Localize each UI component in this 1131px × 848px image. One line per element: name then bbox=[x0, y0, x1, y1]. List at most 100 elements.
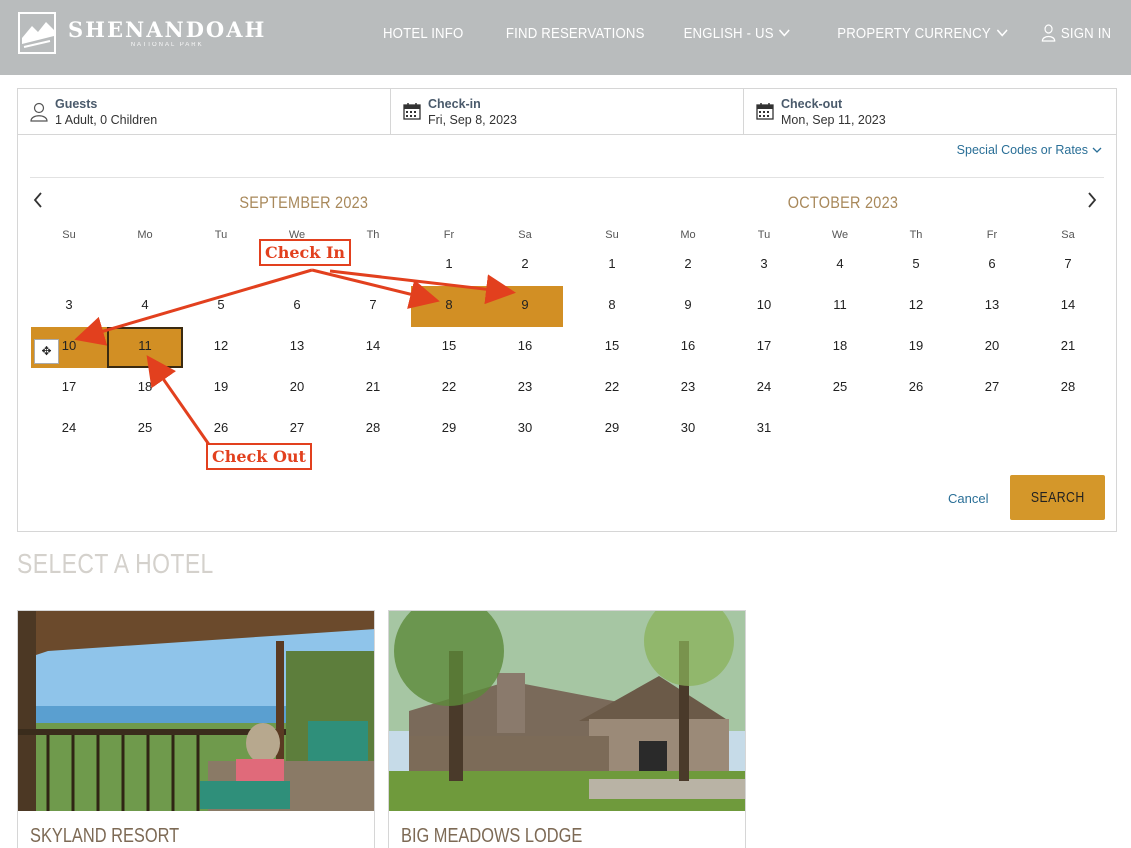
next-month-button[interactable] bbox=[1086, 189, 1098, 215]
user-icon bbox=[1041, 24, 1056, 42]
calendar-day[interactable]: 14 bbox=[335, 327, 411, 368]
search-button[interactable]: SEARCH bbox=[1010, 475, 1105, 520]
calendar-day-number: 18 bbox=[137, 379, 153, 394]
calendar-day[interactable]: 25 bbox=[107, 409, 183, 450]
calendar-day[interactable]: 12 bbox=[878, 286, 954, 327]
calendar-day[interactable]: 1 bbox=[574, 245, 650, 286]
mountain-logo-icon bbox=[18, 12, 56, 54]
calendar-day[interactable]: 22 bbox=[411, 368, 487, 409]
calendar-day[interactable]: 30 bbox=[487, 409, 563, 450]
calendar-day-number: 23 bbox=[517, 379, 533, 394]
calendar-day[interactable]: 24 bbox=[31, 409, 107, 450]
calendar-day[interactable]: 13 bbox=[954, 286, 1030, 327]
calendar-day-number: 8 bbox=[445, 297, 453, 312]
calendar-day[interactable]: 17 bbox=[31, 368, 107, 409]
calendar-day[interactable]: 2 bbox=[487, 245, 563, 286]
calendar-day[interactable]: 11 bbox=[802, 286, 878, 327]
calendar-day-number: 1 bbox=[608, 256, 616, 271]
calendar-day[interactable]: 21 bbox=[1030, 327, 1106, 368]
calendar-day[interactable]: 21 bbox=[335, 368, 411, 409]
calendar-day[interactable]: 31 bbox=[726, 409, 802, 450]
calendar-day[interactable]: 4 bbox=[802, 245, 878, 286]
calendar-day[interactable]: 6 bbox=[954, 245, 1030, 286]
hotel-card-big-meadows[interactable]: BIG MEADOWS LODGE bbox=[388, 610, 746, 848]
calendar-day[interactable]: 8 bbox=[574, 286, 650, 327]
calendar-day[interactable]: 15 bbox=[411, 327, 487, 368]
calendar-icon bbox=[403, 103, 421, 120]
calendar-day[interactable]: 23 bbox=[487, 368, 563, 409]
calendar-day[interactable]: 9 bbox=[650, 286, 726, 327]
calendar-day[interactable]: 9 bbox=[487, 286, 563, 327]
calendar-day[interactable]: 3 bbox=[726, 245, 802, 286]
calendar-day[interactable]: 22 bbox=[574, 368, 650, 409]
divider bbox=[30, 177, 1104, 178]
weekday-header: Mo bbox=[137, 229, 153, 241]
brand-logo[interactable]: SHENANDOAH NATIONAL PARK bbox=[18, 12, 266, 54]
calendar-day-number: 31 bbox=[756, 420, 772, 435]
calendar-day[interactable]: 8 bbox=[411, 286, 487, 327]
nav-hotel-info-label: HOTEL INFO bbox=[382, 24, 464, 42]
checkout-field[interactable]: Check-out Mon, Sep 11, 2023 bbox=[744, 89, 1116, 135]
calendar-day[interactable]: 19 bbox=[183, 368, 259, 409]
calendar-day[interactable]: 23 bbox=[650, 368, 726, 409]
calendar-day[interactable]: 28 bbox=[1030, 368, 1106, 409]
calendar-day[interactable]: 11 bbox=[107, 327, 183, 368]
calendar-day[interactable]: 29 bbox=[574, 409, 650, 450]
weekday-header: Fr bbox=[986, 229, 998, 241]
calendar-day[interactable]: 16 bbox=[487, 327, 563, 368]
nav-hotel-info[interactable]: HOTEL INFO bbox=[383, 25, 463, 42]
calendar-day[interactable]: 10 ✥ bbox=[31, 327, 107, 368]
calendar-day[interactable]: 16 bbox=[650, 327, 726, 368]
calendar-day[interactable]: 10 bbox=[726, 286, 802, 327]
calendar-day-number: 28 bbox=[365, 420, 381, 435]
calendar-day[interactable]: 17 bbox=[726, 327, 802, 368]
calendar-day-number: 19 bbox=[213, 379, 229, 394]
calendar-day[interactable]: 5 bbox=[183, 286, 259, 327]
calendar-day[interactable]: 5 bbox=[878, 245, 954, 286]
calendar-day[interactable]: 18 bbox=[802, 327, 878, 368]
cancel-button[interactable]: Cancel bbox=[948, 491, 988, 506]
hotel-card-skyland[interactable]: SKYLAND RESORT bbox=[17, 610, 375, 848]
calendar-day-number: 9 bbox=[684, 297, 692, 312]
calendar-day-number: 24 bbox=[756, 379, 772, 394]
calendar-day[interactable]: 15 bbox=[574, 327, 650, 368]
calendar-day[interactable]: 3 bbox=[31, 286, 107, 327]
checkin-field[interactable]: Check-in Fri, Sep 8, 2023 bbox=[391, 89, 744, 135]
calendar-day-number: 5 bbox=[217, 297, 225, 312]
calendar-day-number: 10 bbox=[61, 338, 77, 353]
calendar-day[interactable]: 25 bbox=[802, 368, 878, 409]
nav-find-reservations[interactable]: FIND RESERVATIONS bbox=[506, 25, 645, 42]
weekday-header: Su bbox=[62, 229, 76, 241]
calendar-day[interactable]: 24 bbox=[726, 368, 802, 409]
calendar-day-number: 30 bbox=[517, 420, 533, 435]
calendar-day[interactable]: 14 bbox=[1030, 286, 1106, 327]
calendar-day[interactable]: 19 bbox=[878, 327, 954, 368]
calendar-day[interactable]: 30 bbox=[650, 409, 726, 450]
calendar-day[interactable]: 18 bbox=[107, 368, 183, 409]
sign-in-link[interactable]: SIGN IN bbox=[1041, 24, 1111, 42]
special-codes-toggle[interactable]: Special Codes or Rates bbox=[957, 143, 1102, 157]
calendar-day-number: 15 bbox=[441, 338, 457, 353]
calendar-day[interactable]: 12 bbox=[183, 327, 259, 368]
calendar-day[interactable]: 4 bbox=[107, 286, 183, 327]
calendar-day[interactable]: 13 bbox=[259, 327, 335, 368]
calendar-day[interactable]: 20 bbox=[954, 327, 1030, 368]
calendar-day[interactable]: 26 bbox=[878, 368, 954, 409]
calendar-day[interactable]: 2 bbox=[650, 245, 726, 286]
calendar-day[interactable]: 7 bbox=[1030, 245, 1106, 286]
prev-month-button[interactable] bbox=[32, 189, 44, 215]
calendar-day[interactable]: 1 bbox=[411, 245, 487, 286]
currency-dropdown[interactable]: PROPERTY CURRENCY bbox=[837, 25, 1008, 42]
guests-field[interactable]: Guests 1 Adult, 0 Children bbox=[18, 89, 391, 135]
language-dropdown[interactable]: ENGLISH - US bbox=[683, 25, 790, 42]
chevron-right-icon bbox=[1088, 192, 1097, 208]
calendar-day[interactable]: 29 bbox=[411, 409, 487, 450]
weekday-header: Sa bbox=[518, 229, 532, 241]
calendar-day[interactable]: 28 bbox=[335, 409, 411, 450]
calendar-day[interactable]: 7 bbox=[335, 286, 411, 327]
calendar-day[interactable]: 20 bbox=[259, 368, 335, 409]
calendar-day-number: 12 bbox=[213, 338, 229, 353]
check-out-annotation: Check Out bbox=[206, 443, 312, 470]
calendar-day[interactable]: 27 bbox=[954, 368, 1030, 409]
calendar-day[interactable]: 6 bbox=[259, 286, 335, 327]
